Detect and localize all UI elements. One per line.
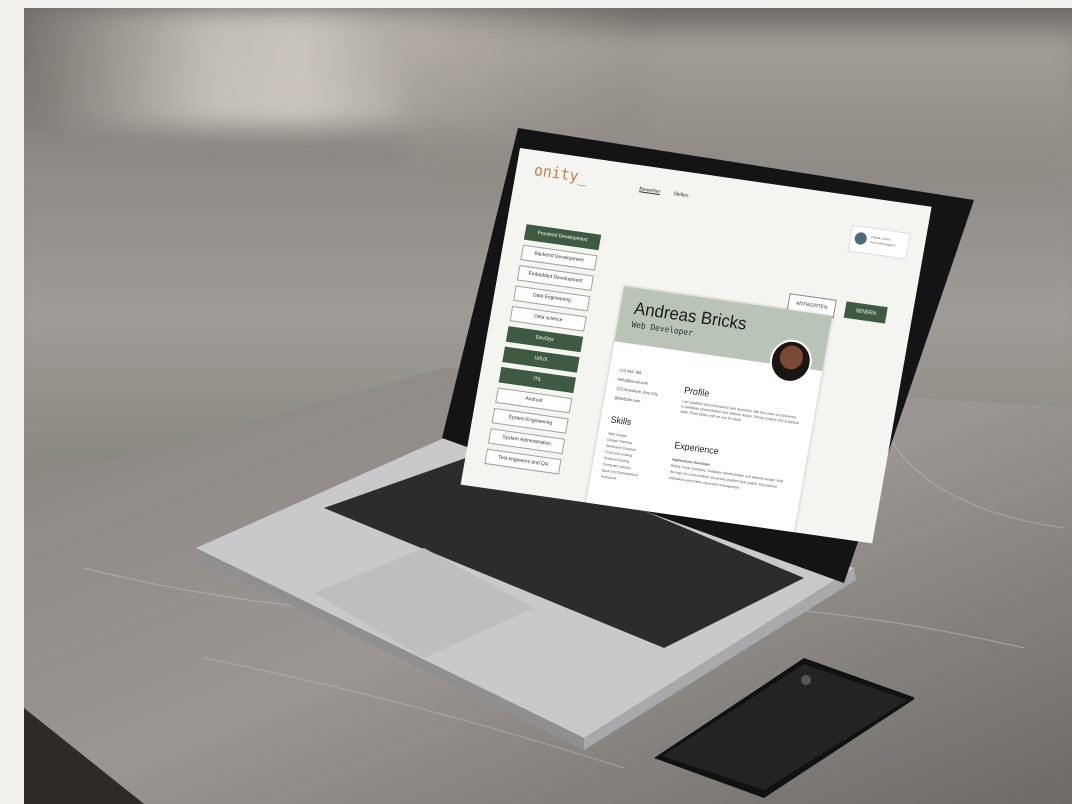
- category-sidebar: Frontend Development Backend Development…: [483, 224, 602, 479]
- contact-list: 123 456 789 hello@email.com 123 Anywhere…: [614, 365, 662, 408]
- resume-preview: Andreas Bricks Web Developer 123 456 789…: [581, 286, 832, 544]
- experience-section: Applications Developer Really Great Comp…: [668, 456, 790, 497]
- camera-icon: [801, 675, 811, 685]
- profile-text: I am qualified and professional web deve…: [680, 399, 800, 426]
- profile-heading: Profile: [683, 384, 711, 399]
- avatar: [853, 231, 868, 246]
- send-button[interactable]: SENDEN: [843, 301, 888, 324]
- top-nav: Bewerber Stellen: [639, 186, 701, 201]
- skills-heading: Skills: [609, 414, 633, 428]
- logo: onity_: [532, 160, 589, 187]
- user-card[interactable]: Angela Leclerc Personalmanagerin: [847, 224, 911, 260]
- skills-list: Web Design Design Thinking Wireframe Cre…: [600, 430, 644, 484]
- nav-link-stellen[interactable]: Stellen: [673, 191, 689, 199]
- laptop-screen: onity_ Bewerber Stellen Angela Leclerc P…: [460, 148, 932, 544]
- experience-heading: Experience: [673, 440, 720, 457]
- nav-link-bewerber[interactable]: Bewerber: [639, 186, 661, 195]
- smartphone: [654, 658, 914, 798]
- user-role: Personalmanagerin: [869, 239, 896, 248]
